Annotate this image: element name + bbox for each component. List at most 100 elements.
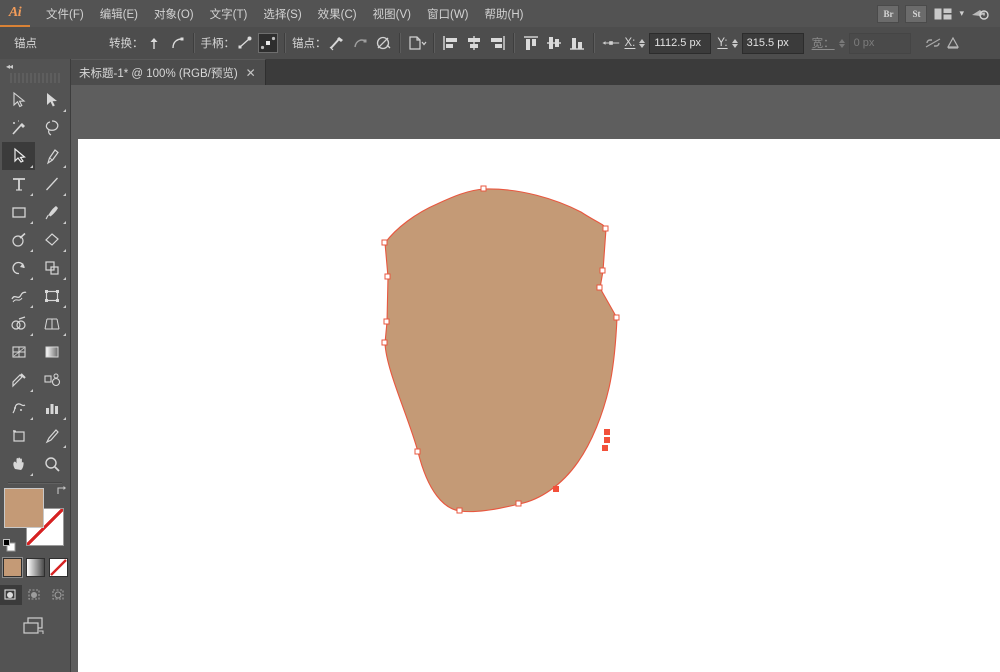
menu-file[interactable]: 文件(F)	[38, 2, 92, 26]
search-adobe-stock-icon[interactable]	[970, 7, 990, 21]
y-position-field[interactable]: Y: 315.5 px	[717, 32, 804, 54]
symbol-sprayer-tool[interactable]	[2, 394, 35, 422]
menu-object[interactable]: 对象(O)	[146, 2, 202, 26]
menu-effect[interactable]: 效果(C)	[310, 2, 365, 26]
remove-anchor-icon[interactable]	[327, 33, 347, 53]
eraser-tool[interactable]	[35, 226, 68, 254]
flyout-indicator-icon[interactable]	[30, 249, 33, 252]
connect-anchors-icon[interactable]	[350, 33, 370, 53]
hide-handles-icon[interactable]	[258, 33, 278, 53]
stock-button[interactable]: St	[905, 4, 928, 23]
tools-panel-grip[interactable]	[10, 73, 60, 83]
fill-swatch[interactable]	[4, 488, 44, 528]
flyout-indicator-icon[interactable]	[30, 389, 33, 392]
more-options-icon[interactable]	[943, 33, 963, 53]
rotate-tool[interactable]	[2, 254, 35, 282]
draw-normal-button[interactable]	[0, 585, 22, 605]
head-silhouette-path[interactable]	[384, 188, 618, 513]
align-center-vertical-icon[interactable]	[544, 33, 564, 53]
column-graph-tool[interactable]	[35, 394, 68, 422]
flyout-indicator-icon[interactable]	[63, 417, 66, 420]
flyout-indicator-icon[interactable]	[63, 193, 66, 196]
x-stepper[interactable]	[637, 35, 647, 51]
x-position-field[interactable]: X: 1112.5 px	[625, 32, 712, 54]
isolate-selected-icon[interactable]	[407, 33, 427, 53]
line-segment-tool[interactable]	[35, 170, 68, 198]
blend-tool[interactable]	[35, 366, 68, 394]
type-tool[interactable]	[2, 170, 35, 198]
canvas-area[interactable]	[70, 85, 1000, 672]
cut-path-icon[interactable]	[373, 33, 393, 53]
lasso-tool[interactable]	[35, 114, 68, 142]
direct-selection-tool-alt[interactable]	[35, 86, 68, 114]
shaper-tool[interactable]	[2, 226, 35, 254]
flyout-indicator-icon[interactable]	[63, 165, 66, 168]
flyout-indicator-icon[interactable]	[30, 221, 33, 224]
vector-shape-layer[interactable]	[70, 85, 1000, 672]
flyout-indicator-icon[interactable]	[30, 333, 33, 336]
convert-to-corner-icon[interactable]	[144, 33, 164, 53]
bridge-button[interactable]: Br	[877, 4, 900, 23]
width-tool[interactable]	[2, 282, 35, 310]
free-transform-tool[interactable]	[35, 282, 68, 310]
perspective-grid-tool[interactable]	[35, 310, 68, 338]
magic-wand-tool[interactable]	[2, 114, 35, 142]
show-handles-icon[interactable]	[235, 33, 255, 53]
flyout-indicator-icon[interactable]	[63, 445, 66, 448]
align-top-icon[interactable]	[521, 33, 541, 53]
transform-icon[interactable]	[601, 33, 621, 53]
rectangle-tool[interactable]	[2, 198, 35, 226]
paintbrush-tool[interactable]	[35, 198, 68, 226]
align-bottom-icon[interactable]	[567, 33, 587, 53]
flyout-indicator-icon[interactable]	[63, 249, 66, 252]
direct-selection-tool[interactable]	[2, 142, 35, 170]
workspace-switcher-icon[interactable]	[933, 7, 953, 21]
menu-help[interactable]: 帮助(H)	[477, 2, 532, 26]
flyout-indicator-icon[interactable]	[63, 333, 66, 336]
y-value[interactable]: 315.5 px	[741, 32, 804, 54]
mesh-tool[interactable]	[2, 338, 35, 366]
flyout-indicator-icon[interactable]	[30, 277, 33, 280]
tools-panel-collapse[interactable]: ◂◂	[0, 59, 70, 73]
document-tab[interactable]: 未标题-1* @ 100% (RGB/预览) ✕	[70, 59, 266, 85]
align-left-icon[interactable]	[441, 33, 461, 53]
flyout-indicator-icon[interactable]	[30, 305, 33, 308]
gradient-tool[interactable]	[35, 338, 68, 366]
align-center-horizontal-icon[interactable]	[464, 33, 484, 53]
link-broken-icon[interactable]	[923, 33, 943, 53]
menu-window[interactable]: 窗口(W)	[419, 2, 477, 26]
flyout-indicator-icon[interactable]	[30, 473, 33, 476]
convert-to-smooth-icon[interactable]	[167, 33, 187, 53]
flyout-indicator-icon[interactable]	[63, 305, 66, 308]
slice-tool[interactable]	[35, 422, 68, 450]
color-mode-button[interactable]	[1, 557, 23, 578]
flyout-indicator-icon[interactable]	[30, 165, 33, 168]
menu-type[interactable]: 文字(T)	[202, 2, 256, 26]
chevron-down-icon[interactable]: ▾	[959, 8, 964, 19]
flyout-indicator-icon[interactable]	[63, 277, 66, 280]
menu-select[interactable]: 选择(S)	[255, 2, 309, 26]
flyout-indicator-icon[interactable]	[63, 221, 66, 224]
scale-tool[interactable]	[35, 254, 68, 282]
swap-fill-stroke-icon[interactable]	[56, 484, 68, 496]
zoom-tool[interactable]	[35, 450, 68, 478]
y-stepper[interactable]	[730, 35, 740, 51]
flyout-indicator-icon[interactable]	[63, 109, 66, 112]
hand-tool[interactable]	[2, 450, 35, 478]
pen-tool[interactable]	[35, 142, 68, 170]
gradient-mode-button[interactable]	[25, 558, 45, 577]
draw-inside-button[interactable]	[48, 585, 70, 605]
artboard-tool[interactable]	[2, 422, 35, 450]
align-right-icon[interactable]	[487, 33, 507, 53]
flyout-indicator-icon[interactable]	[30, 417, 33, 420]
none-mode-button[interactable]	[48, 558, 68, 577]
menu-edit[interactable]: 编辑(E)	[92, 2, 146, 26]
change-screen-mode-button[interactable]	[18, 615, 52, 642]
default-fill-stroke-icon[interactable]	[3, 539, 16, 552]
selection-tool[interactable]	[2, 86, 35, 114]
shape-builder-tool[interactable]	[2, 310, 35, 338]
flyout-indicator-icon[interactable]	[30, 193, 33, 196]
close-icon[interactable]: ✕	[246, 67, 256, 79]
draw-behind-button[interactable]	[24, 585, 46, 605]
x-value[interactable]: 1112.5 px	[649, 32, 712, 54]
